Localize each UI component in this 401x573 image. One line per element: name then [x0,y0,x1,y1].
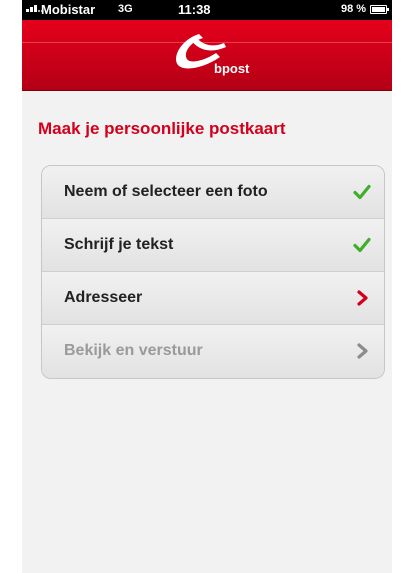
menu-item-label: Bekijk en verstuur [64,342,203,359]
battery-icon [370,5,389,14]
battery-level-fill [372,7,385,12]
checkmark-icon [353,184,371,200]
checkmark-icon [353,237,371,253]
phone-screen: Mobistar 3G 11:38 98 % bpost Maak je per… [22,0,392,573]
menu-item-photo[interactable]: Neem of selecteer een foto [42,166,384,219]
brand-name: bpost [214,61,250,76]
chevron-right-icon [357,290,368,306]
menu-item-label: Adresseer [64,289,143,306]
network-type: 3G [118,3,133,15]
battery-percentage: 98 % [341,3,367,15]
menu-item-review-send[interactable]: Bekijk en verstuur [42,325,384,378]
status-bar: Mobistar 3G 11:38 98 % [22,0,392,20]
page-title: Maak je persoonlijke postkaart [38,119,286,138]
menu-item-text[interactable]: Schrijf je tekst [42,219,384,272]
steps-menu: Neem of selecteer een foto Schrijf je te… [41,165,385,379]
navigation-bar: bpost [22,20,392,91]
menu-item-address[interactable]: Adresseer [42,272,384,325]
chevron-right-icon [357,343,368,359]
menu-item-label: Schrijf je tekst [64,236,174,253]
carrier-name: Mobistar [41,2,96,17]
menu-item-label: Neem of selecteer een foto [64,183,268,200]
clock: 11:38 [178,2,211,17]
